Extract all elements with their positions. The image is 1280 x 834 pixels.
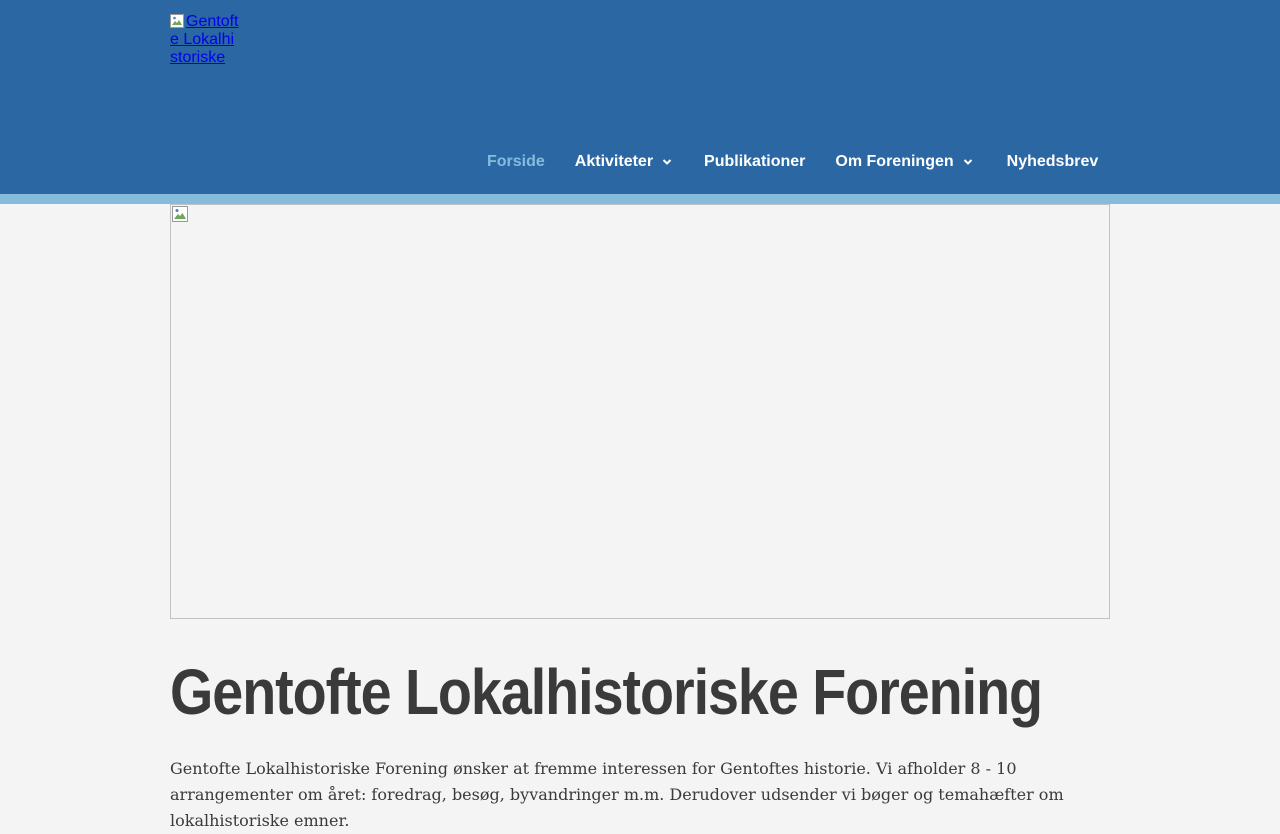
nav-item-label: Publikationer [704,153,806,170]
nav-item-label: Forside [487,153,545,170]
hero-image [170,204,1110,619]
nav-item-label: Om Foreningen [835,153,954,170]
nav-item-nyhedsbrev[interactable]: Nyhedsbrev [1007,153,1099,171]
broken-image-icon [172,206,188,222]
nav-item-label: Aktiviteter [574,153,654,170]
main-nav: Forside Aktiviteter Publikationer Om For… [487,149,1098,175]
logo-link[interactable]: Gentofte Lokalhistoriske [170,13,242,67]
chevron-down-icon [662,159,672,165]
broken-image-icon [170,14,184,28]
intro-paragraph: Gentofte Lokalhistoriske Forening ønsker… [170,759,1064,830]
chevron-down-icon [963,159,972,165]
nav-item-publikationer[interactable]: Publikationer [704,153,805,171]
header-accent-strip [0,194,1280,204]
nav-item-aktiviteter[interactable]: Aktiviteter [575,153,673,171]
site-header: Gentofte Lokalhistoriske Forside Aktivit… [0,0,1280,194]
nav-item-om-foreningen[interactable]: Om Foreningen [835,153,973,171]
nav-item-forside[interactable]: Forside [487,153,545,171]
page-title: Gentofte Lokalhistoriske Forening [170,656,1043,728]
nav-item-label: Nyhedsbrev [1006,153,1099,170]
